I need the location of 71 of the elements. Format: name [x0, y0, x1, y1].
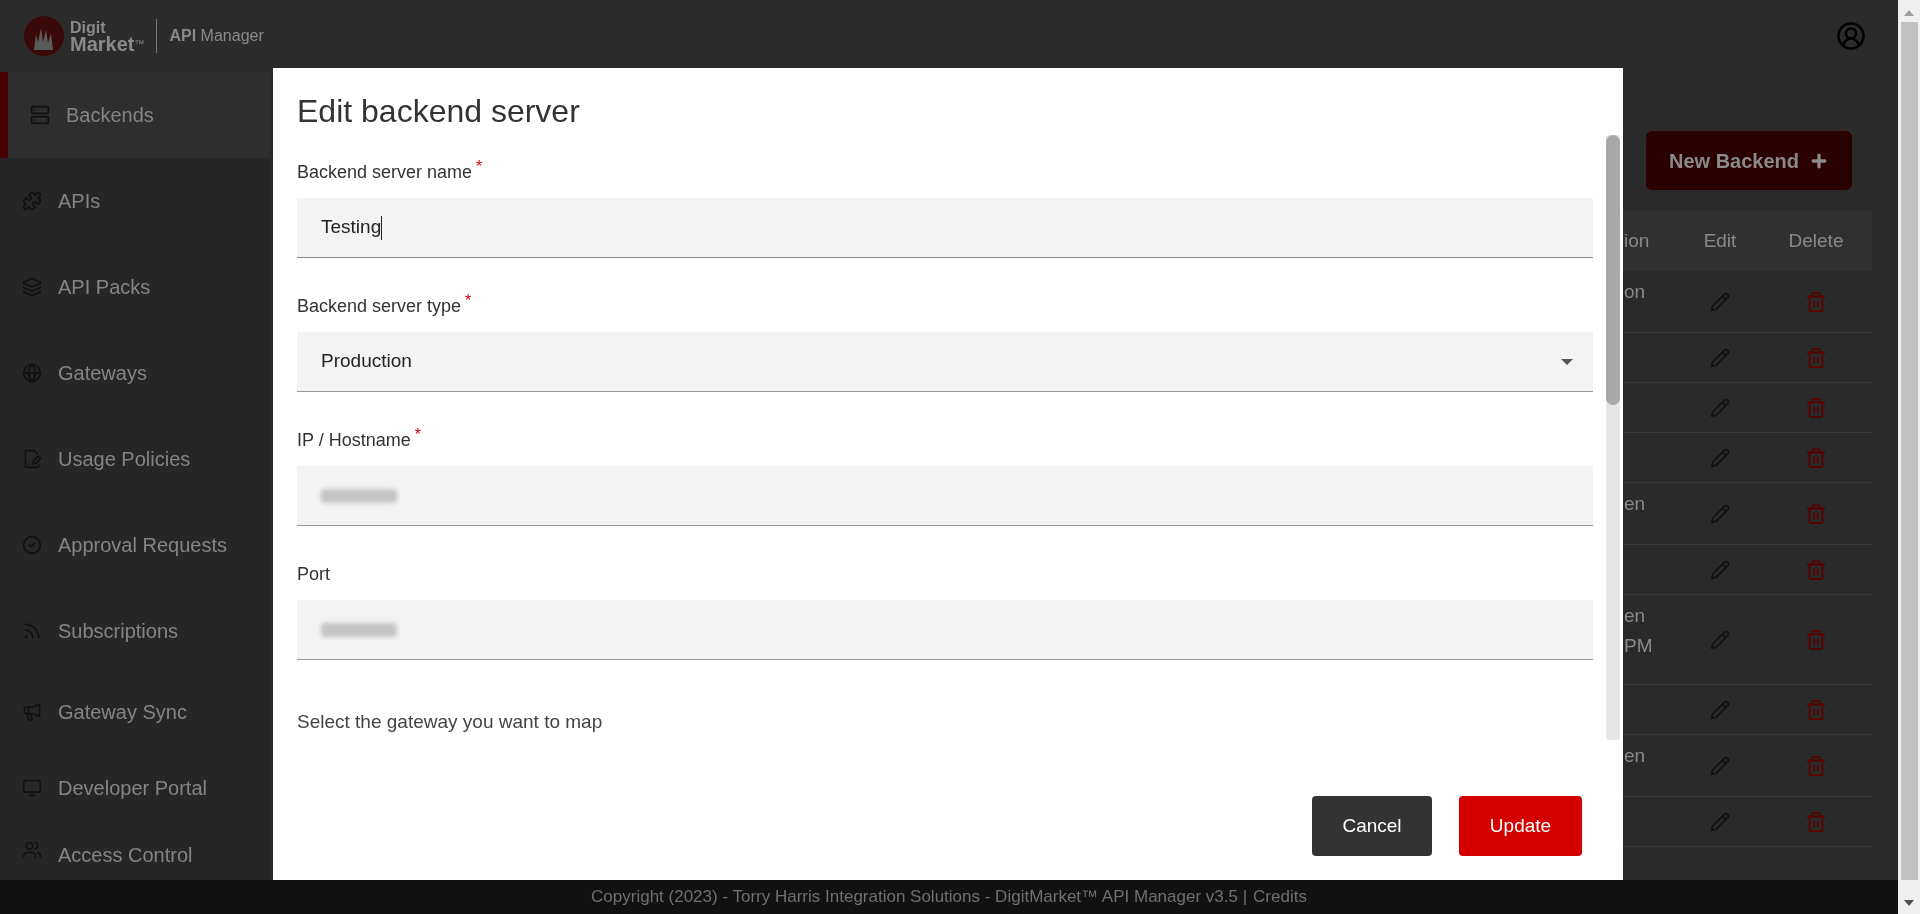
scrollbar-thumb[interactable] — [1606, 135, 1620, 405]
required-mark: * — [414, 425, 421, 445]
edit-icon[interactable] — [1710, 811, 1730, 832]
product-name: API Manager — [169, 26, 264, 46]
text-cursor — [381, 215, 383, 240]
server-icon — [30, 105, 50, 125]
column-header: Delete — [1787, 228, 1845, 253]
table-cell-text: on — [1624, 280, 1647, 304]
edit-icon[interactable] — [1710, 503, 1730, 524]
section-label: Select the gateway you want to map — [297, 710, 604, 734]
trademark-mark: ™ — [134, 38, 145, 49]
page-scrollbar[interactable] — [1898, 0, 1920, 914]
credits-link[interactable]: Credits — [1253, 884, 1307, 910]
edit-icon[interactable] — [1710, 347, 1730, 368]
sidebar-item[interactable]: Backends — [0, 72, 270, 158]
delete-icon[interactable] — [1805, 698, 1827, 721]
logo-text: Digit — [70, 20, 107, 36]
copyright-text: Copyright (2023) - Torry Harris Integration Solutions - DigitMarket™ API Manager v3.5 | — [591, 886, 1248, 909]
logo-icon — [24, 16, 64, 56]
delete-icon[interactable] — [1805, 290, 1827, 313]
field-label: Port — [297, 562, 330, 586]
edit-icon[interactable] — [1710, 629, 1730, 650]
scrollbar-thumb[interactable] — [1900, 22, 1918, 880]
sidebar-item[interactable]: Usage Policies — [0, 416, 270, 502]
sidebar-item[interactable]: Developer Portal — [0, 750, 270, 826]
sidebar-item[interactable]: APIs — [0, 158, 270, 244]
table-cell-text: PM — [1624, 634, 1654, 658]
required-mark: * — [476, 157, 483, 177]
delete-icon[interactable] — [1805, 346, 1827, 369]
logo-text: Market — [70, 36, 135, 52]
input-field[interactable] — [297, 466, 1593, 526]
sidebar-item[interactable]: Access Control — [0, 826, 270, 880]
update-button[interactable]: Update — [1459, 796, 1582, 856]
sidebar-item[interactable]: Approval Requests — [0, 502, 270, 588]
edit-icon[interactable] — [1710, 699, 1730, 720]
scroll-down-icon[interactable] — [1904, 900, 1914, 906]
edit-icon[interactable] — [1710, 291, 1730, 312]
delete-icon[interactable] — [1805, 396, 1827, 419]
new-backend-button[interactable]: New Backend — [1646, 131, 1852, 190]
delete-icon[interactable] — [1805, 502, 1827, 525]
column-header: ion — [1623, 228, 1651, 253]
delete-icon[interactable] — [1805, 628, 1827, 651]
required-mark: * — [465, 291, 472, 311]
edit-icon[interactable] — [1710, 397, 1730, 418]
user-avatar-icon[interactable] — [1836, 21, 1866, 51]
table-cell-text: en — [1624, 744, 1647, 768]
sidebar-item[interactable]: API Packs — [0, 244, 270, 330]
cancel-button[interactable]: Cancel — [1312, 796, 1432, 856]
column-header: Edit — [1702, 228, 1738, 253]
scrollbar[interactable] — [1606, 135, 1620, 740]
sidebar-item[interactable]: Gateways — [0, 330, 270, 416]
field-label: Backend server type — [297, 294, 462, 318]
edit-icon[interactable] — [1710, 755, 1730, 776]
select-field[interactable]: Production — [297, 332, 1593, 392]
delete-icon[interactable] — [1805, 558, 1827, 581]
edit-icon[interactable] — [1710, 559, 1730, 580]
sidebar-item[interactable]: Subscriptions — [0, 588, 270, 674]
table-cell-text: en — [1624, 492, 1647, 516]
scroll-up-icon[interactable] — [1904, 10, 1914, 16]
edit-icon[interactable] — [1710, 447, 1730, 468]
sidebar-item[interactable]: Gateway Sync — [0, 674, 270, 750]
delete-icon[interactable] — [1805, 446, 1827, 469]
input-field[interactable]: Testing — [297, 198, 1593, 258]
table-cell-text: en — [1624, 604, 1647, 628]
delete-icon[interactable] — [1805, 754, 1827, 777]
dialog-title: Edit backend server — [297, 92, 581, 131]
dropdown-caret-icon — [1561, 358, 1573, 365]
delete-icon[interactable] — [1805, 810, 1827, 833]
field-label: IP / Hostname — [297, 428, 411, 452]
field-label: Backend server name — [297, 160, 473, 184]
input-field[interactable] — [297, 600, 1593, 660]
